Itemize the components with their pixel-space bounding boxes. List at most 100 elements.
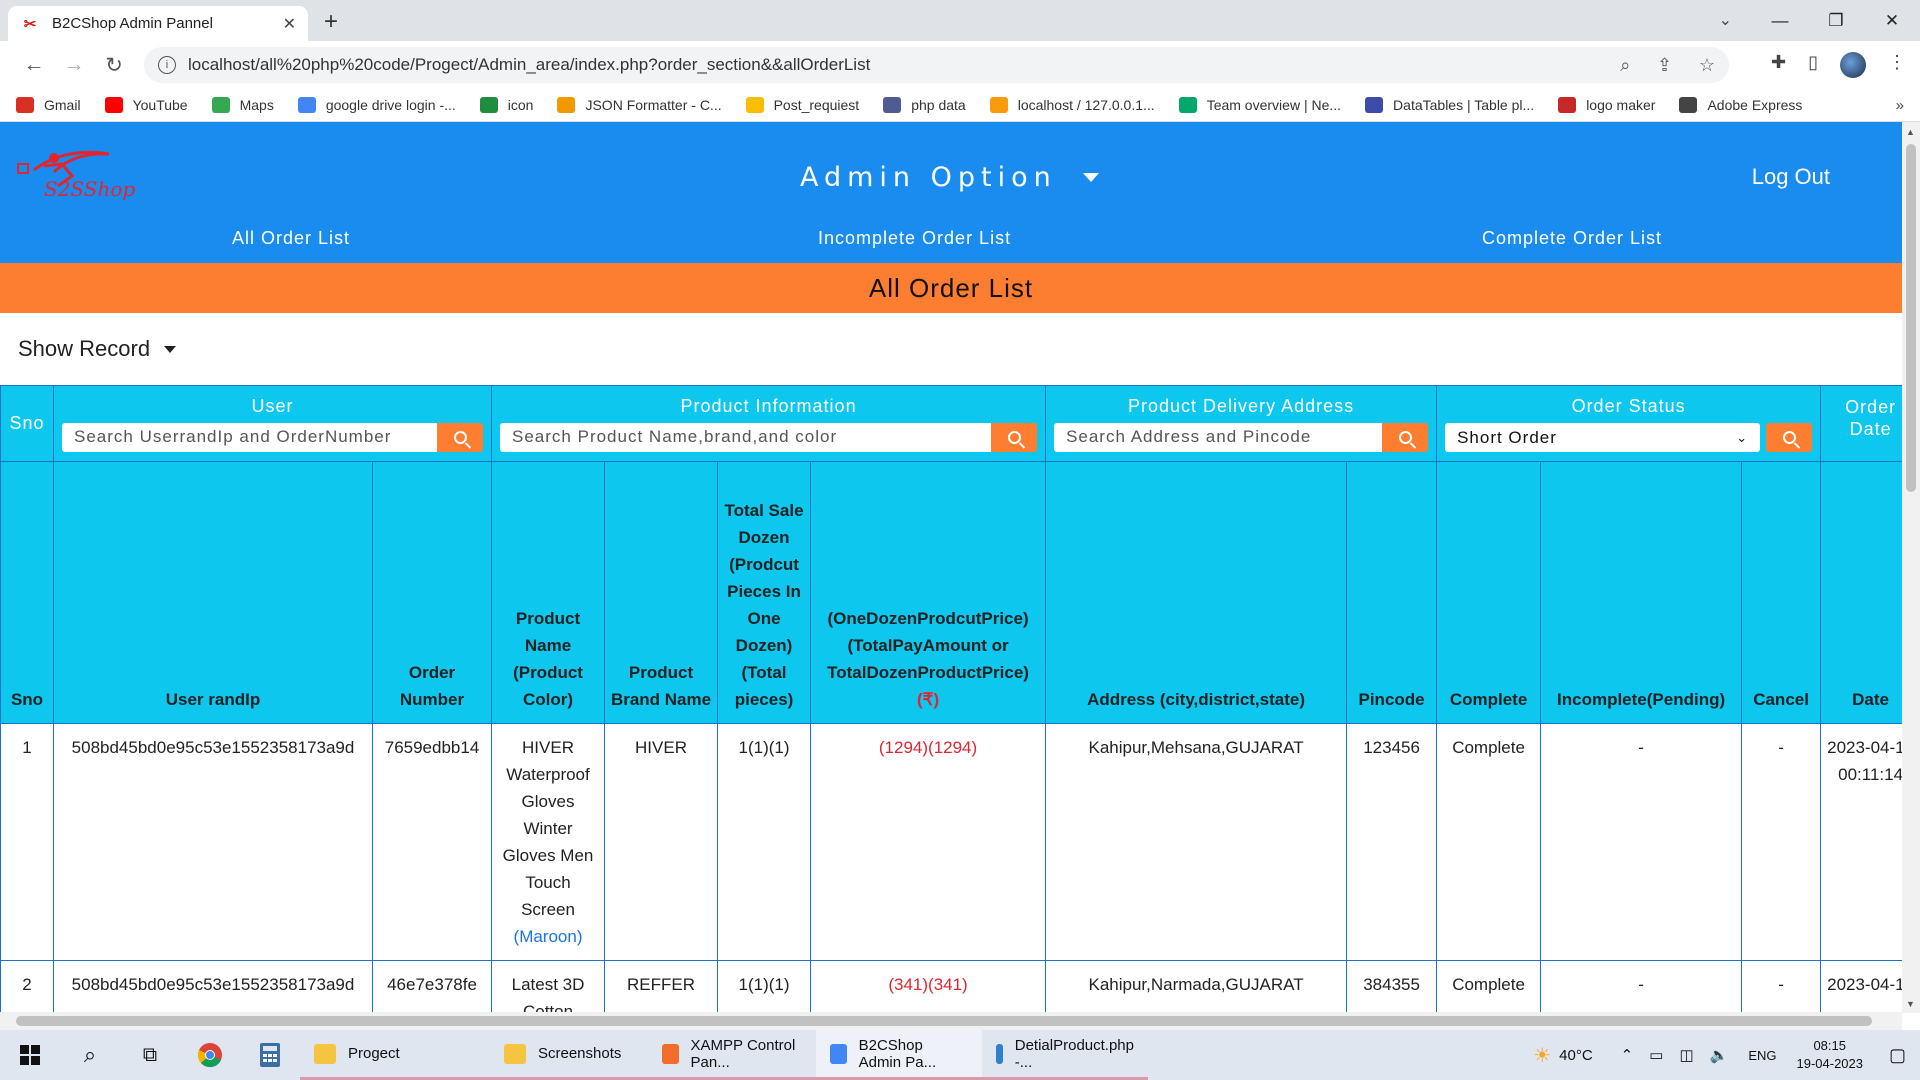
zoom-icon[interactable]: ⌕ — [1620, 55, 1630, 75]
new-tab-icon[interactable]: + — [324, 8, 338, 36]
taskbar-app[interactable]: Progect — [300, 1030, 490, 1080]
scroll-up-icon[interactable]: ▲ — [1906, 127, 1915, 137]
language-indicator[interactable]: ENG — [1748, 1048, 1776, 1063]
scroll-down-icon[interactable]: ▼ — [1906, 999, 1915, 1009]
bookmark-label: icon — [507, 97, 534, 113]
vertical-scroll-thumb[interactable] — [1906, 144, 1916, 492]
logout-link[interactable]: Log Out — [1752, 164, 1830, 190]
side-panel-icon[interactable]: ▯ — [1808, 52, 1818, 78]
bookmarks-overflow-icon[interactable]: » — [1896, 97, 1904, 114]
taskbar-app[interactable]: B2CShop Admin Pa... — [816, 1030, 982, 1080]
show-record-dropdown[interactable]: Show Record — [0, 313, 1902, 385]
windows-start-icon[interactable] — [0, 1030, 60, 1080]
group-date-line1: Order — [1845, 397, 1897, 417]
address-bar-row: ← → ↻ i localhost/all%20php%20code/Proge… — [0, 41, 1920, 89]
admin-option-dropdown[interactable]: Admin Option — [800, 162, 1099, 193]
calculator-icon[interactable] — [240, 1030, 300, 1080]
bookmark-label: Team overview | Ne... — [1206, 97, 1342, 113]
bookmark-item[interactable]: logo maker — [1558, 97, 1655, 113]
cell-dozen: 1(1)(1) — [717, 723, 812, 961]
address-search-input[interactable]: Search Address and Pincode — [1054, 423, 1383, 452]
order-status-select[interactable]: Short Order ⌄ — [1445, 423, 1761, 452]
bookmark-favicon-icon — [745, 97, 764, 113]
product-search-input[interactable]: Search Product Name,brand,and color — [500, 423, 992, 452]
taskbar-app-label: Progect — [348, 1045, 400, 1062]
s2s-shop-logo[interactable]: S2SShop — [14, 142, 150, 204]
vertical-scrollbar[interactable]: ▲ ▼ — [1902, 122, 1920, 1013]
col-user-randip: User randIp — [53, 461, 373, 724]
nav-all-order-list[interactable]: All Order List — [232, 228, 350, 249]
browser-menu-icon[interactable]: ⋮ — [1888, 52, 1906, 78]
forward-icon[interactable]: → — [54, 53, 94, 77]
weather-icon[interactable]: ☀ — [1533, 1043, 1551, 1068]
bookmark-label: YouTube — [132, 97, 188, 113]
cell-order: 7659edbb14 — [371, 723, 493, 961]
weather-temp[interactable]: 40°C — [1559, 1047, 1593, 1064]
tray-chevron-icon[interactable]: ⌃ — [1621, 1046, 1634, 1064]
orders-table: Sno User Search UserrandIp and OrderNumb… — [0, 385, 1902, 1013]
chrome-icon[interactable] — [180, 1030, 240, 1080]
group-user-label: User — [251, 396, 294, 416]
cell-complete: Complete — [1436, 723, 1542, 961]
taskbar-app[interactable]: DetialProduct.php -... — [982, 1030, 1148, 1080]
bookmark-item[interactable]: DataTables | Table pl... — [1365, 97, 1534, 113]
back-icon[interactable]: ← — [14, 53, 54, 77]
taskbar-app-label: DetialProduct.php -... — [1014, 1036, 1134, 1071]
horizontal-scrollbar[interactable] — [0, 1012, 1902, 1030]
cell-pincode: 384355 — [1346, 960, 1438, 1013]
battery-icon[interactable]: ▭ — [1649, 1046, 1663, 1064]
app-icon — [830, 1043, 847, 1064]
site-info-icon[interactable]: i — [158, 56, 176, 74]
bookmark-item[interactable]: icon — [479, 97, 534, 113]
bookmark-item[interactable]: google drive login -... — [297, 97, 456, 113]
bookmark-favicon-icon — [297, 97, 316, 113]
bookmark-favicon-icon — [1365, 97, 1384, 113]
user-search-button[interactable] — [437, 423, 484, 452]
search-icon[interactable]: ⌕ — [60, 1030, 120, 1080]
extensions-icon[interactable]: ✚ — [1771, 52, 1786, 78]
network-icon[interactable]: ◫ — [1679, 1046, 1693, 1064]
task-view-icon[interactable]: ⧉ — [120, 1030, 180, 1080]
status-search-button[interactable] — [1766, 423, 1813, 452]
clock[interactable]: 08:15 19-04-2023 — [1796, 1037, 1863, 1073]
product-search-button[interactable] — [991, 423, 1038, 452]
page-viewport: S2SShop Admin Option Log Out All Order L… — [0, 122, 1902, 1013]
bookmark-item[interactable]: Adobe Express — [1679, 97, 1802, 113]
bookmark-item[interactable]: Post_requiest — [745, 97, 859, 113]
reload-icon[interactable]: ↻ — [94, 53, 134, 78]
bookmark-star-icon[interactable]: ☆ — [1699, 55, 1715, 75]
search-icon — [1398, 431, 1412, 444]
app-icon — [662, 1043, 679, 1064]
bookmark-favicon-icon — [211, 97, 230, 113]
bookmark-favicon-icon — [989, 97, 1008, 113]
bookmark-item[interactable]: Maps — [211, 97, 274, 113]
restore-icon[interactable]: ❐ — [1808, 0, 1864, 41]
bookmark-item[interactable]: YouTube — [104, 97, 188, 113]
bookmark-item[interactable]: php data — [883, 97, 966, 113]
share-icon[interactable]: ⇪ — [1657, 55, 1672, 75]
col-dozen: Total Sale Dozen (Prodcut Pieces In One … — [717, 461, 812, 724]
cell-product: HIVER Waterproof Gloves Winter Gloves Me… — [491, 723, 606, 961]
nav-incomplete-order-list[interactable]: Incomplete Order List — [818, 228, 1011, 249]
address-search-button[interactable] — [1382, 423, 1429, 452]
bookmark-item[interactable]: Gmail — [16, 97, 81, 113]
browser-tab[interactable]: ✂ B2CShop Admin Pannel ✕ — [8, 6, 308, 41]
group-status-label: Order Status — [1571, 396, 1686, 416]
minimize-icon[interactable]: — — [1752, 0, 1808, 41]
taskbar-app[interactable]: Screenshots — [490, 1030, 648, 1080]
taskbar-app[interactable]: XAMPP Control Pan... — [648, 1030, 816, 1080]
bookmark-item[interactable]: JSON Formatter - C... — [557, 97, 722, 113]
nav-complete-order-list[interactable]: Complete Order List — [1482, 228, 1662, 249]
notification-icon[interactable]: ▢ — [1889, 1045, 1906, 1066]
volume-icon[interactable]: 🔈 — [1710, 1046, 1729, 1064]
url-text: localhost/all%20php%20code/Progect/Admin… — [188, 55, 871, 74]
tab-search-chevron-icon[interactable]: ⌄ — [1719, 10, 1732, 30]
horizontal-scroll-thumb[interactable] — [16, 1016, 1872, 1026]
close-tab-icon[interactable]: ✕ — [283, 14, 296, 34]
profile-avatar[interactable] — [1840, 52, 1866, 78]
url-field[interactable]: i localhost/all%20php%20code/Progect/Adm… — [144, 47, 1729, 83]
close-window-icon[interactable]: ✕ — [1864, 0, 1920, 41]
bookmark-item[interactable]: Team overview | Ne... — [1178, 97, 1342, 113]
bookmark-item[interactable]: localhost / 127.0.0.1... — [989, 97, 1155, 113]
user-search-input[interactable]: Search UserrandIp and OrderNumber — [62, 423, 438, 452]
